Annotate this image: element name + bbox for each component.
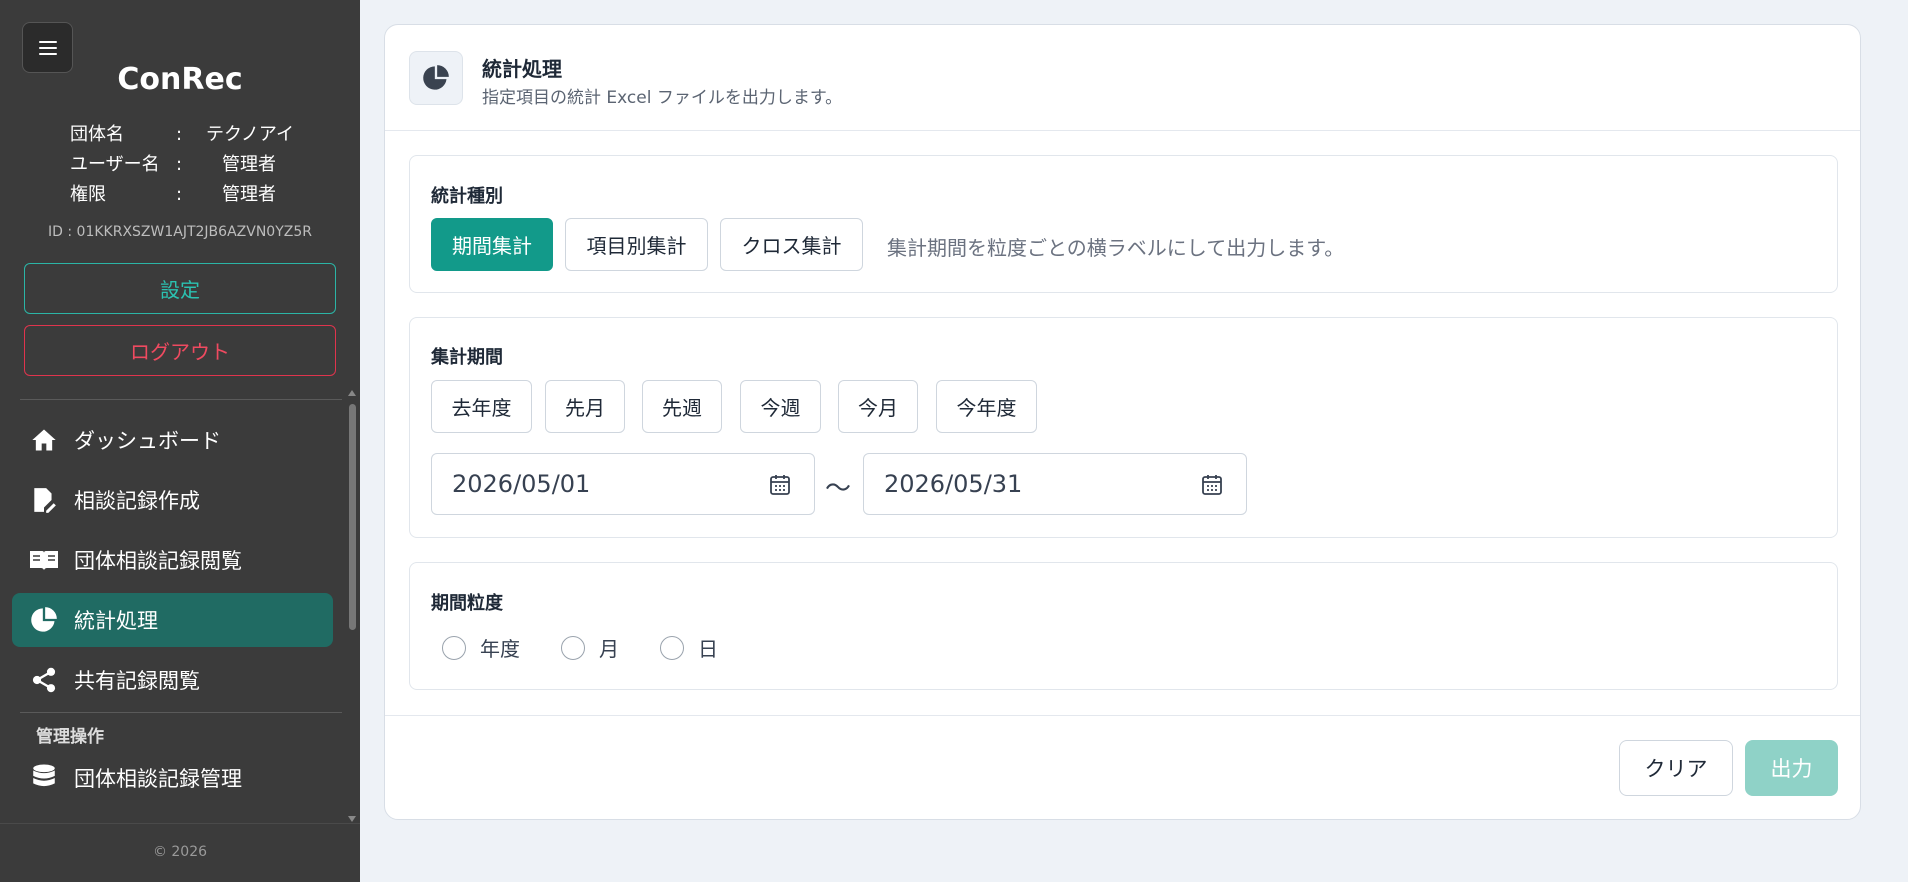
info-key: 団体名 [70, 124, 124, 145]
page-title: 統計処理 [482, 57, 562, 81]
info-key: 権限 [70, 184, 106, 205]
stat-type-hint: 集計期間を粒度ごとの横ラベルにして出力します。 [887, 236, 1345, 260]
user-row: ユーザー名 : 管理者 [70, 150, 294, 180]
sidebar-scrollbar[interactable] [347, 390, 357, 822]
sidebar-footer-divider [0, 823, 360, 824]
card-header: 統計処理 指定項目の統計 Excel ファイルを出力します。 [385, 25, 1860, 131]
scrollbar-thumb[interactable] [349, 404, 356, 630]
sidebar-item-create-record[interactable]: 相談記録作成 [12, 473, 333, 527]
preset-last-fiscal-year-button[interactable]: 去年度 [431, 380, 532, 433]
end-date-input[interactable]: 2026/05/31 [863, 453, 1247, 515]
sidebar: ConRec 団体名 : テクノアイ ユーザー名 : 管理者 権限 : 管理者 … [0, 0, 360, 882]
scroll-up-arrow-icon[interactable] [348, 390, 356, 396]
pie-chart-icon [28, 604, 60, 636]
granularity-year-radio[interactable]: 年度 [442, 633, 520, 662]
page-subtitle: 指定項目の統計 Excel ファイルを出力します。 [482, 88, 843, 108]
sidebar-item-label: 相談記録作成 [74, 489, 200, 513]
sidebar-item-record-management[interactable]: 団体相談記録管理 [12, 751, 333, 805]
pie-chart-icon [409, 51, 463, 105]
statistics-card: 統計処理 指定項目の統計 Excel ファイルを出力します。 統計種別 期間集計… [384, 24, 1861, 820]
start-date-value: 2026/05/01 [452, 470, 591, 498]
radio-circle[interactable] [660, 635, 684, 660]
sidebar-divider [20, 712, 342, 713]
radio-circle[interactable] [442, 635, 466, 660]
stat-type-period-button[interactable]: 期間集計 [431, 218, 553, 271]
app-brand: ConRec [117, 62, 243, 97]
sidebar-item-dashboard[interactable]: ダッシュボード [12, 413, 333, 467]
card-footer-divider [385, 715, 1860, 716]
calendar-icon[interactable] [1200, 473, 1224, 503]
preset-this-month-button[interactable]: 今月 [838, 380, 918, 433]
sidebar-item-label: 共有記録閲覧 [74, 669, 200, 693]
share-icon [28, 664, 60, 696]
database-icon [28, 762, 60, 794]
end-date-value: 2026/05/31 [884, 470, 1023, 498]
radio-label: 日 [698, 637, 718, 661]
admin-section-label: 管理操作 [36, 727, 104, 747]
granularity-label: 期間粒度 [431, 593, 503, 614]
info-key: ユーザー名 [70, 154, 160, 175]
sidebar-item-label: ダッシュボード [74, 429, 221, 453]
preset-last-month-button[interactable]: 先月 [545, 380, 625, 433]
granularity-day-radio[interactable]: 日 [660, 633, 718, 662]
preset-this-week-button[interactable]: 今週 [740, 380, 821, 433]
granularity-month-radio[interactable]: 月 [561, 633, 619, 662]
clear-button[interactable]: クリア [1619, 740, 1733, 796]
edit-document-icon [28, 484, 60, 516]
period-label: 集計期間 [431, 347, 503, 368]
preset-last-week-button[interactable]: 先週 [642, 380, 722, 433]
info-sep: : [176, 124, 183, 145]
org-row: 団体名 : テクノアイ [70, 120, 294, 150]
logout-button[interactable]: ログアウト [24, 325, 336, 376]
radio-circle[interactable] [561, 635, 585, 660]
preset-this-fiscal-year-button[interactable]: 今年度 [936, 380, 1037, 433]
info-value: テクノアイ [206, 124, 295, 145]
info-sep: : [176, 184, 183, 205]
output-button[interactable]: 出力 [1745, 740, 1838, 796]
calendar-icon[interactable] [768, 473, 792, 503]
sidebar-item-label: 団体相談記録管理 [74, 767, 242, 791]
radio-label: 月 [599, 637, 619, 661]
sidebar-item-statistics[interactable]: 統計処理 [12, 593, 333, 647]
sidebar-divider [20, 399, 342, 400]
radio-label: 年度 [480, 637, 520, 661]
stat-type-panel: 統計種別 期間集計 項目別集計 クロス集計 集計期間を粒度ごとの横ラベルにして出… [409, 155, 1838, 293]
stat-type-item-button[interactable]: 項目別集計 [565, 218, 708, 271]
open-book-icon [28, 544, 60, 576]
granularity-panel: 期間粒度 年度 月 日 [409, 562, 1838, 690]
info-value: 管理者 [222, 184, 276, 205]
sidebar-item-org-records[interactable]: 団体相談記録閲覧 [12, 533, 333, 587]
info-sep: : [176, 154, 183, 175]
sidebar-item-shared-records[interactable]: 共有記録閲覧 [12, 653, 333, 707]
info-value: 管理者 [222, 154, 276, 175]
hamburger-icon [38, 40, 57, 55]
user-id: ID : 01KKRXSZW1AJT2JB6AZVN0YZ5R [48, 224, 312, 240]
sidebar-item-label: 団体相談記録閲覧 [74, 549, 242, 573]
date-range-separator: 〜 [825, 474, 852, 504]
stat-type-label: 統計種別 [431, 186, 503, 207]
home-icon [28, 424, 60, 456]
sidebar-item-label: 統計処理 [74, 609, 158, 633]
settings-button[interactable]: 設定 [24, 263, 336, 314]
scroll-down-arrow-icon[interactable] [348, 816, 356, 822]
stat-type-cross-button[interactable]: クロス集計 [720, 218, 863, 271]
copyright: © 2026 [152, 844, 208, 860]
user-info: 団体名 : テクノアイ ユーザー名 : 管理者 権限 : 管理者 [70, 120, 294, 210]
period-panel: 集計期間 去年度 先月 先週 今週 今月 今年度 2026/05/01 〜 20… [409, 317, 1838, 538]
role-row: 権限 : 管理者 [70, 180, 294, 210]
start-date-input[interactable]: 2026/05/01 [431, 453, 815, 515]
